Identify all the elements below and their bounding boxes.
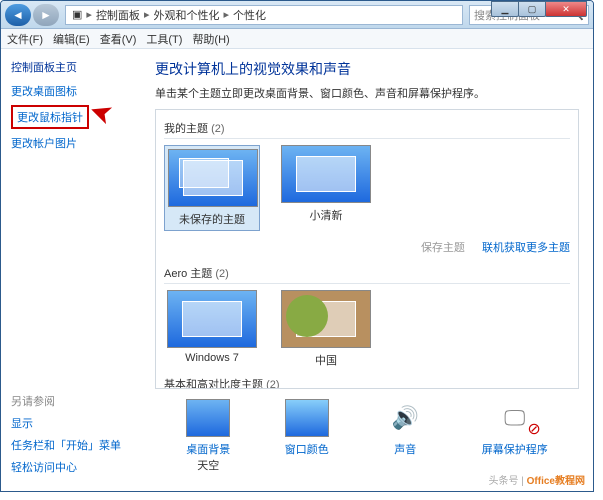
option-sublabel: 天空: [186, 457, 230, 473]
menu-tools[interactable]: 工具(T): [146, 31, 182, 47]
sidebar-link-account-pic[interactable]: 更改帐户图片: [11, 135, 131, 151]
screensaver-link[interactable]: 🖵 屏幕保护程序: [482, 399, 548, 473]
watermark-text2: Office教程网: [527, 476, 585, 487]
option-label: 桌面背景: [186, 441, 230, 457]
sound-link[interactable]: 🔊 声音: [383, 399, 427, 473]
theme-label: 未保存的主题: [168, 211, 256, 227]
watermark: 头条号 | Office教程网: [489, 472, 586, 487]
sidebar-link-mouse-pointer[interactable]: 更改鼠标指针: [11, 105, 89, 129]
desktop-background-link[interactable]: 桌面背景 天空: [186, 399, 230, 473]
section-my-themes: 我的主题 (2): [164, 120, 570, 139]
page-subtitle: 单击某个主题立即更改桌面背景、窗口颜色、声音和屏幕保护程序。: [155, 85, 579, 101]
minimize-button[interactable]: ▁: [491, 1, 519, 17]
sidebar-link-taskbar[interactable]: 任务栏和「开始」菜单: [11, 437, 121, 453]
bottom-options: 桌面背景 天空 窗口颜色 🔊 声音 🖵 屏幕保护程序: [155, 399, 579, 473]
theme-label: Windows 7: [164, 352, 260, 364]
menu-file[interactable]: 文件(F): [7, 31, 43, 47]
menu-edit[interactable]: 编辑(E): [53, 31, 90, 47]
breadcrumb-sep: ▸: [142, 8, 152, 21]
window: ◄ ► ▣ ▸ 控制面板 ▸ 外观和个性化 ▸ 个性化 搜索控制面板 🔍 ▁ ▢…: [0, 0, 594, 492]
section-count: (2): [211, 123, 224, 135]
theme-xiaoqingxin[interactable]: 小清新: [278, 145, 374, 231]
menu-view[interactable]: 查看(V): [100, 31, 137, 47]
save-theme-link: 保存主题: [421, 242, 465, 254]
section-label: 基本和高对比度主题: [164, 379, 263, 389]
section-aero-themes: Aero 主题 (2): [164, 265, 570, 284]
theme-thumb: [167, 290, 257, 348]
theme-china[interactable]: 中国: [278, 290, 374, 368]
menu-help[interactable]: 帮助(H): [192, 31, 229, 47]
option-label: 声音: [383, 441, 427, 457]
option-label: 窗口颜色: [285, 441, 329, 457]
nav-buttons: ◄ ►: [5, 4, 59, 26]
breadcrumb-seg1[interactable]: 控制面板: [94, 7, 142, 23]
maximize-button[interactable]: ▢: [518, 1, 546, 17]
theme-unsaved[interactable]: 未保存的主题: [164, 145, 260, 231]
breadcrumb[interactable]: ▣ ▸ 控制面板 ▸ 外观和个性化 ▸ 个性化: [65, 5, 463, 25]
section-count: (2): [215, 268, 228, 280]
sidebar-see-also: 另请参阅 显示 任务栏和「开始」菜单 轻松访问中心: [11, 393, 121, 481]
breadcrumb-sep: ▸: [221, 8, 231, 21]
more-themes-link[interactable]: 联机获取更多主题: [482, 242, 570, 254]
theme-windows7[interactable]: Windows 7: [164, 290, 260, 368]
theme-label: 中国: [278, 352, 374, 368]
main-content: 更改计算机上的视觉效果和声音 单击某个主题立即更改桌面背景、窗口颜色、声音和屏幕…: [141, 49, 593, 491]
sound-icon: 🔊: [383, 399, 427, 437]
page-title: 更改计算机上的视觉效果和声音: [155, 59, 579, 79]
menubar: 文件(F) 编辑(E) 查看(V) 工具(T) 帮助(H): [1, 29, 593, 49]
forward-button[interactable]: ►: [33, 4, 59, 26]
screensaver-icon: 🖵: [493, 399, 537, 437]
section-label: Aero 主题: [164, 268, 212, 280]
theme-row: 未保存的主题 小清新: [164, 145, 570, 231]
breadcrumb-seg3[interactable]: 个性化: [231, 7, 268, 23]
section-count: (2): [266, 379, 279, 389]
watermark-text1: 头条号: [489, 476, 519, 487]
themes-scroll[interactable]: 我的主题 (2) 未保存的主题 小清新 保存主题 联机获取更多主题: [155, 109, 579, 389]
body: 控制面板主页 更改桌面图标 更改鼠标指针 更改帐户图片 ➤ 另请参阅 显示 任务…: [1, 49, 593, 491]
window-color-link[interactable]: 窗口颜色: [285, 399, 329, 473]
desktop-icon: [186, 399, 230, 437]
annotation-arrow: ➤: [84, 94, 117, 133]
section-basic-themes: 基本和高对比度主题 (2): [164, 376, 570, 389]
sidebar-link-ease[interactable]: 轻松访问中心: [11, 459, 121, 475]
sidebar-link-desktop-icons[interactable]: 更改桌面图标: [11, 83, 131, 99]
theme-row: Windows 7 中国: [164, 290, 570, 368]
option-label: 屏幕保护程序: [482, 441, 548, 457]
sidebar: 控制面板主页 更改桌面图标 更改鼠标指针 更改帐户图片 ➤ 另请参阅 显示 任务…: [1, 49, 141, 491]
back-button[interactable]: ◄: [5, 4, 31, 26]
theme-thumb: [168, 149, 258, 207]
sidebar-link-display[interactable]: 显示: [11, 415, 121, 431]
theme-actions: 保存主题 联机获取更多主题: [164, 239, 570, 255]
close-button[interactable]: ✕: [545, 1, 587, 17]
titlebar: ◄ ► ▣ ▸ 控制面板 ▸ 外观和个性化 ▸ 个性化 搜索控制面板 🔍 ▁ ▢…: [1, 1, 593, 29]
sidebar-heading: 控制面板主页: [11, 59, 131, 75]
breadcrumb-sep: ▸: [84, 8, 94, 21]
section-label: 我的主题: [164, 123, 208, 135]
see-also-heading: 另请参阅: [11, 393, 121, 409]
window-color-icon: [285, 399, 329, 437]
theme-label: 小清新: [278, 207, 374, 223]
theme-thumb: [281, 145, 371, 203]
breadcrumb-icon: ▣: [70, 8, 84, 21]
breadcrumb-seg2[interactable]: 外观和个性化: [151, 7, 221, 23]
window-controls: ▁ ▢ ✕: [492, 1, 587, 17]
theme-thumb: [281, 290, 371, 348]
